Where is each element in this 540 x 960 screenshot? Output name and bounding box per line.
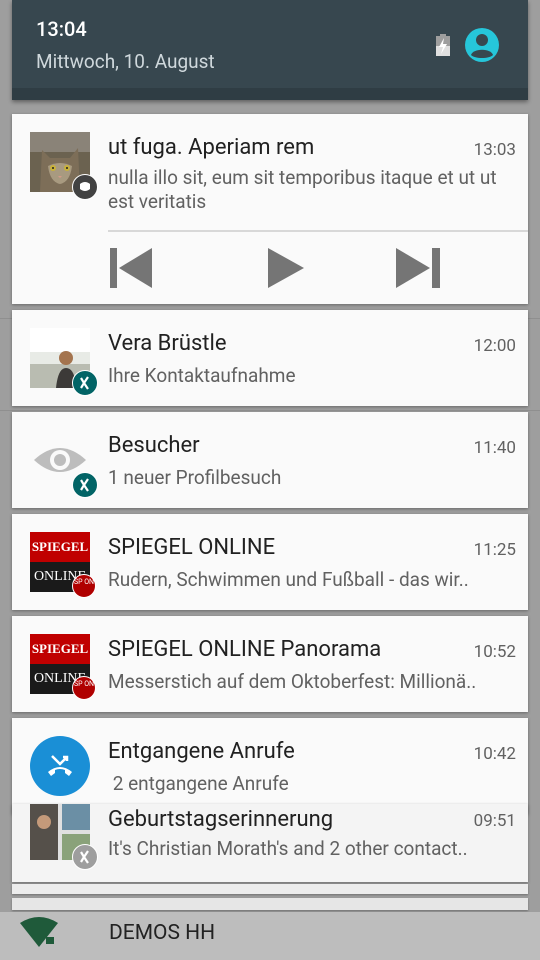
xing-icon bbox=[72, 370, 98, 396]
notification-title: ut fuga. Aperiam rem bbox=[108, 135, 315, 160]
stacked-notification-edge[interactable] bbox=[12, 884, 528, 894]
notification-text: Ihre Kontaktaufnahme bbox=[108, 364, 296, 387]
notification-title: SPIEGEL ONLINE Panorama bbox=[108, 637, 382, 662]
media-notification[interactable]: ut fuga. Aperiam rem 13:03 nulla illo si… bbox=[12, 114, 528, 304]
carrier-bar bbox=[0, 912, 540, 960]
play-icon[interactable] bbox=[256, 244, 314, 292]
notification-time: 10:52 bbox=[473, 642, 516, 662]
background-divider bbox=[0, 410, 540, 411]
notification-title: Vera Brüstle bbox=[108, 331, 227, 356]
spiegel-badge-icon: SP ON bbox=[72, 574, 96, 598]
notification-text: nulla illo sit, eum sit temporibus itaqu… bbox=[108, 166, 497, 213]
skip-previous-icon[interactable] bbox=[104, 244, 162, 292]
notification-card[interactable]: Vera Brüstle 12:00 Ihre Kontaktaufnahme bbox=[12, 310, 528, 406]
spiegel-logo-top: SPIEGEL bbox=[30, 634, 90, 664]
notification-text: 1 neuer Profilbesuch bbox=[108, 466, 282, 489]
app-badge-icon bbox=[72, 174, 98, 200]
wifi-locked-icon bbox=[20, 917, 58, 947]
notification-time: 13:03 bbox=[473, 140, 516, 160]
notification-time: 10:42 bbox=[473, 744, 516, 764]
notification-text: Rudern, Schwimmen und Fußball - das wir.… bbox=[108, 568, 469, 591]
skip-next-icon[interactable] bbox=[392, 244, 450, 292]
xing-icon bbox=[72, 472, 98, 498]
notification-text: It's Christian Morath's and 2 other cont… bbox=[108, 837, 468, 860]
notification-text: 2 entgangene Anrufe bbox=[108, 772, 289, 795]
carrier-name: DEMOS HH bbox=[109, 921, 216, 945]
notification-title: Besucher bbox=[108, 433, 200, 458]
notification-card[interactable]: SPIEGEL ONLINE SP ON SPIEGEL ONLINE 11:2… bbox=[12, 514, 528, 610]
notification-card[interactable]: SPIEGEL ONLINE SP ON SPIEGEL ONLINE Pano… bbox=[12, 616, 528, 712]
status-header[interactable]: 13:04 Mittwoch, 10. August bbox=[12, 0, 528, 100]
notification-card[interactable]: Besucher 11:40 1 neuer Profilbesuch bbox=[12, 412, 528, 508]
clock-time: 13:04 bbox=[36, 17, 87, 41]
notification-card[interactable]: Entgangene Anrufe 10:42 2 entgangene Anr… bbox=[12, 718, 528, 814]
spiegel-badge-icon: SP ON bbox=[72, 676, 96, 700]
notification-card[interactable]: Geburtstagserinnerung 09:51 It's Christi… bbox=[12, 804, 528, 882]
date-label[interactable]: Mittwoch, 10. August bbox=[36, 50, 215, 73]
notification-time: 11:25 bbox=[473, 540, 516, 560]
notification-text: Messerstich auf dem Oktoberfest: Million… bbox=[108, 670, 477, 693]
notification-title: Entgangene Anrufe bbox=[108, 739, 295, 764]
notification-title: Geburtstagserinnerung bbox=[108, 807, 334, 832]
header-bottom-edge bbox=[12, 88, 528, 100]
notification-time: 09:51 bbox=[473, 811, 516, 831]
battery-charging-icon bbox=[436, 34, 450, 56]
missed-call-icon bbox=[30, 736, 90, 796]
notification-title: SPIEGEL ONLINE bbox=[108, 535, 276, 560]
xing-icon bbox=[72, 844, 98, 870]
notification-time: 12:00 bbox=[473, 336, 516, 356]
stacked-notification-edge[interactable] bbox=[12, 898, 528, 910]
spiegel-logo-top: SPIEGEL bbox=[30, 532, 90, 562]
divider bbox=[108, 230, 528, 232]
notification-time: 11:40 bbox=[473, 438, 516, 458]
user-account-icon[interactable] bbox=[465, 28, 499, 62]
